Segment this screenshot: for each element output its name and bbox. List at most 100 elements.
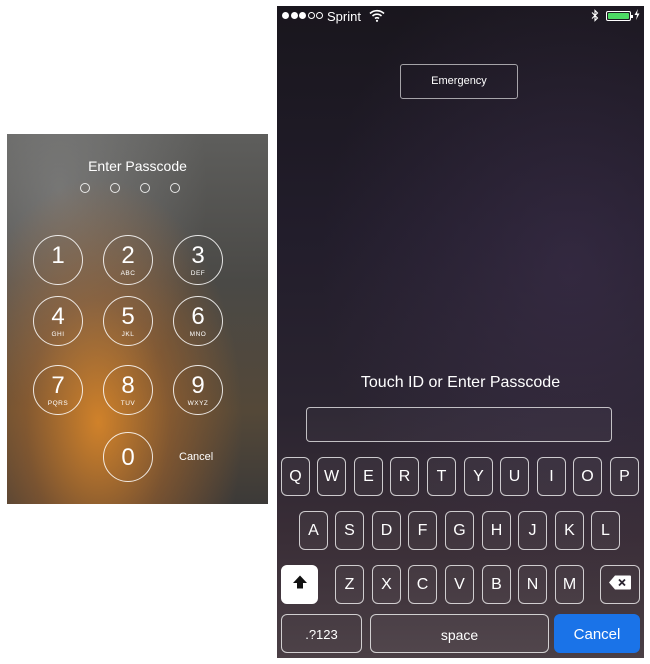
key-label: O <box>581 468 594 485</box>
key-label: D <box>380 522 393 539</box>
touch-id-lock-screen: Sprint Emergency Touch ID or Enter Passc… <box>277 6 644 658</box>
key-label: C <box>416 576 429 593</box>
emergency-button[interactable]: Emergency <box>400 64 518 99</box>
keypad-digit: 3 <box>191 242 205 269</box>
keypad-key-6[interactable]: 6 MNO <box>173 296 223 346</box>
cancel-key[interactable]: Cancel <box>554 614 640 653</box>
keypad-key-0[interactable]: 0 <box>103 432 153 482</box>
key-s[interactable]: S <box>335 511 364 550</box>
shift-arrow-icon <box>292 574 308 595</box>
keypad-digit: 2 <box>121 242 135 269</box>
key-label: W <box>323 468 340 485</box>
key-label: I <box>549 468 554 485</box>
key-label: F <box>417 522 428 539</box>
numbers-key[interactable]: .?123 <box>281 614 362 653</box>
key-label: L <box>601 522 610 539</box>
key-label: M <box>562 576 577 593</box>
key-i[interactable]: I <box>537 457 566 496</box>
keypad-letters: DEF <box>190 270 206 277</box>
keypad-key-1[interactable]: 1 <box>33 235 83 285</box>
enter-passcode-title: Enter Passcode <box>88 158 187 174</box>
keypad-digit: 8 <box>121 372 135 399</box>
key-label: Q <box>289 468 302 485</box>
key-label: P <box>619 468 630 485</box>
key-w[interactable]: W <box>317 457 346 496</box>
keypad-key-4[interactable]: 4 GHI <box>33 296 83 346</box>
key-k[interactable]: K <box>555 511 584 550</box>
key-u[interactable]: U <box>500 457 529 496</box>
keypad-key-2[interactable]: 2 ABC <box>103 235 153 285</box>
key-label: Cancel <box>573 626 621 643</box>
key-m[interactable]: M <box>555 565 584 604</box>
backspace-icon <box>608 574 632 595</box>
key-label: S <box>344 522 355 539</box>
key-c[interactable]: C <box>408 565 437 604</box>
shift-key[interactable] <box>281 565 318 604</box>
key-t[interactable]: T <box>427 457 456 496</box>
keypad-digit: 1 <box>51 242 65 269</box>
key-z[interactable]: Z <box>335 565 364 604</box>
keypad-digit: 7 <box>51 372 65 399</box>
key-y[interactable]: Y <box>464 457 493 496</box>
key-x[interactable]: X <box>372 565 401 604</box>
keypad-digit: 6 <box>191 303 205 330</box>
passcode-dot <box>170 183 180 193</box>
key-q[interactable]: Q <box>281 457 310 496</box>
key-b[interactable]: B <box>482 565 511 604</box>
keypad-letters: ABC <box>120 270 136 277</box>
key-o[interactable]: O <box>573 457 602 496</box>
keypad-key-5[interactable]: 5 JKL <box>103 296 153 346</box>
keypad-letters: WXYZ <box>187 400 209 407</box>
key-g[interactable]: G <box>445 511 474 550</box>
key-label: K <box>564 522 575 539</box>
wifi-icon <box>369 9 385 25</box>
key-r[interactable]: R <box>390 457 419 496</box>
key-a[interactable]: A <box>299 511 328 550</box>
key-label: X <box>381 576 392 593</box>
key-v[interactable]: V <box>445 565 474 604</box>
keypad-letters: GHI <box>51 331 65 338</box>
passcode-dot <box>80 183 90 193</box>
key-label: V <box>454 576 465 593</box>
keypad-cancel-button[interactable]: Cancel <box>179 451 213 463</box>
battery-fill <box>608 13 629 19</box>
key-d[interactable]: D <box>372 511 401 550</box>
key-label: T <box>436 468 447 485</box>
bluetooth-icon <box>591 9 599 25</box>
status-bar: Sprint <box>277 6 644 26</box>
key-label: U <box>508 468 521 485</box>
signal-strength-icon <box>282 12 325 27</box>
backspace-key[interactable] <box>600 565 640 604</box>
key-label: N <box>526 576 539 593</box>
key-f[interactable]: F <box>408 511 437 550</box>
passcode-keypad-screen: Enter Passcode 1 2 ABC 3 DEF 4 GHI 5 JKL… <box>7 134 268 504</box>
keypad-key-3[interactable]: 3 DEF <box>173 235 223 285</box>
passcode-dots <box>7 183 268 195</box>
key-e[interactable]: E <box>354 457 383 496</box>
keypad-digit: 9 <box>191 372 205 399</box>
carrier-name: Sprint <box>327 9 361 24</box>
key-l[interactable]: L <box>591 511 620 550</box>
key-p[interactable]: P <box>610 457 639 496</box>
keypad-letters: MNO <box>189 331 207 338</box>
charging-bolt-icon <box>634 8 640 23</box>
battery-icon <box>606 11 633 21</box>
keypad-letters: TUV <box>120 400 136 407</box>
passcode-dot <box>140 183 150 193</box>
key-label: E <box>363 468 374 485</box>
keypad-digit: 4 <box>51 303 65 330</box>
keypad-digit: 5 <box>121 303 135 330</box>
key-label: J <box>528 522 537 539</box>
key-label: A <box>308 522 319 539</box>
passcode-dot <box>110 183 120 193</box>
keypad-letters: PQRS <box>47 400 69 407</box>
passcode-input[interactable] <box>306 407 612 442</box>
key-h[interactable]: H <box>482 511 511 550</box>
key-j[interactable]: J <box>518 511 547 550</box>
keypad-key-8[interactable]: 8 TUV <box>103 365 153 415</box>
keypad-key-7[interactable]: 7 PQRS <box>33 365 83 415</box>
space-key[interactable]: space <box>370 614 549 653</box>
keypad-digit: 0 <box>121 444 135 471</box>
keypad-key-9[interactable]: 9 WXYZ <box>173 365 223 415</box>
key-n[interactable]: N <box>518 565 547 604</box>
